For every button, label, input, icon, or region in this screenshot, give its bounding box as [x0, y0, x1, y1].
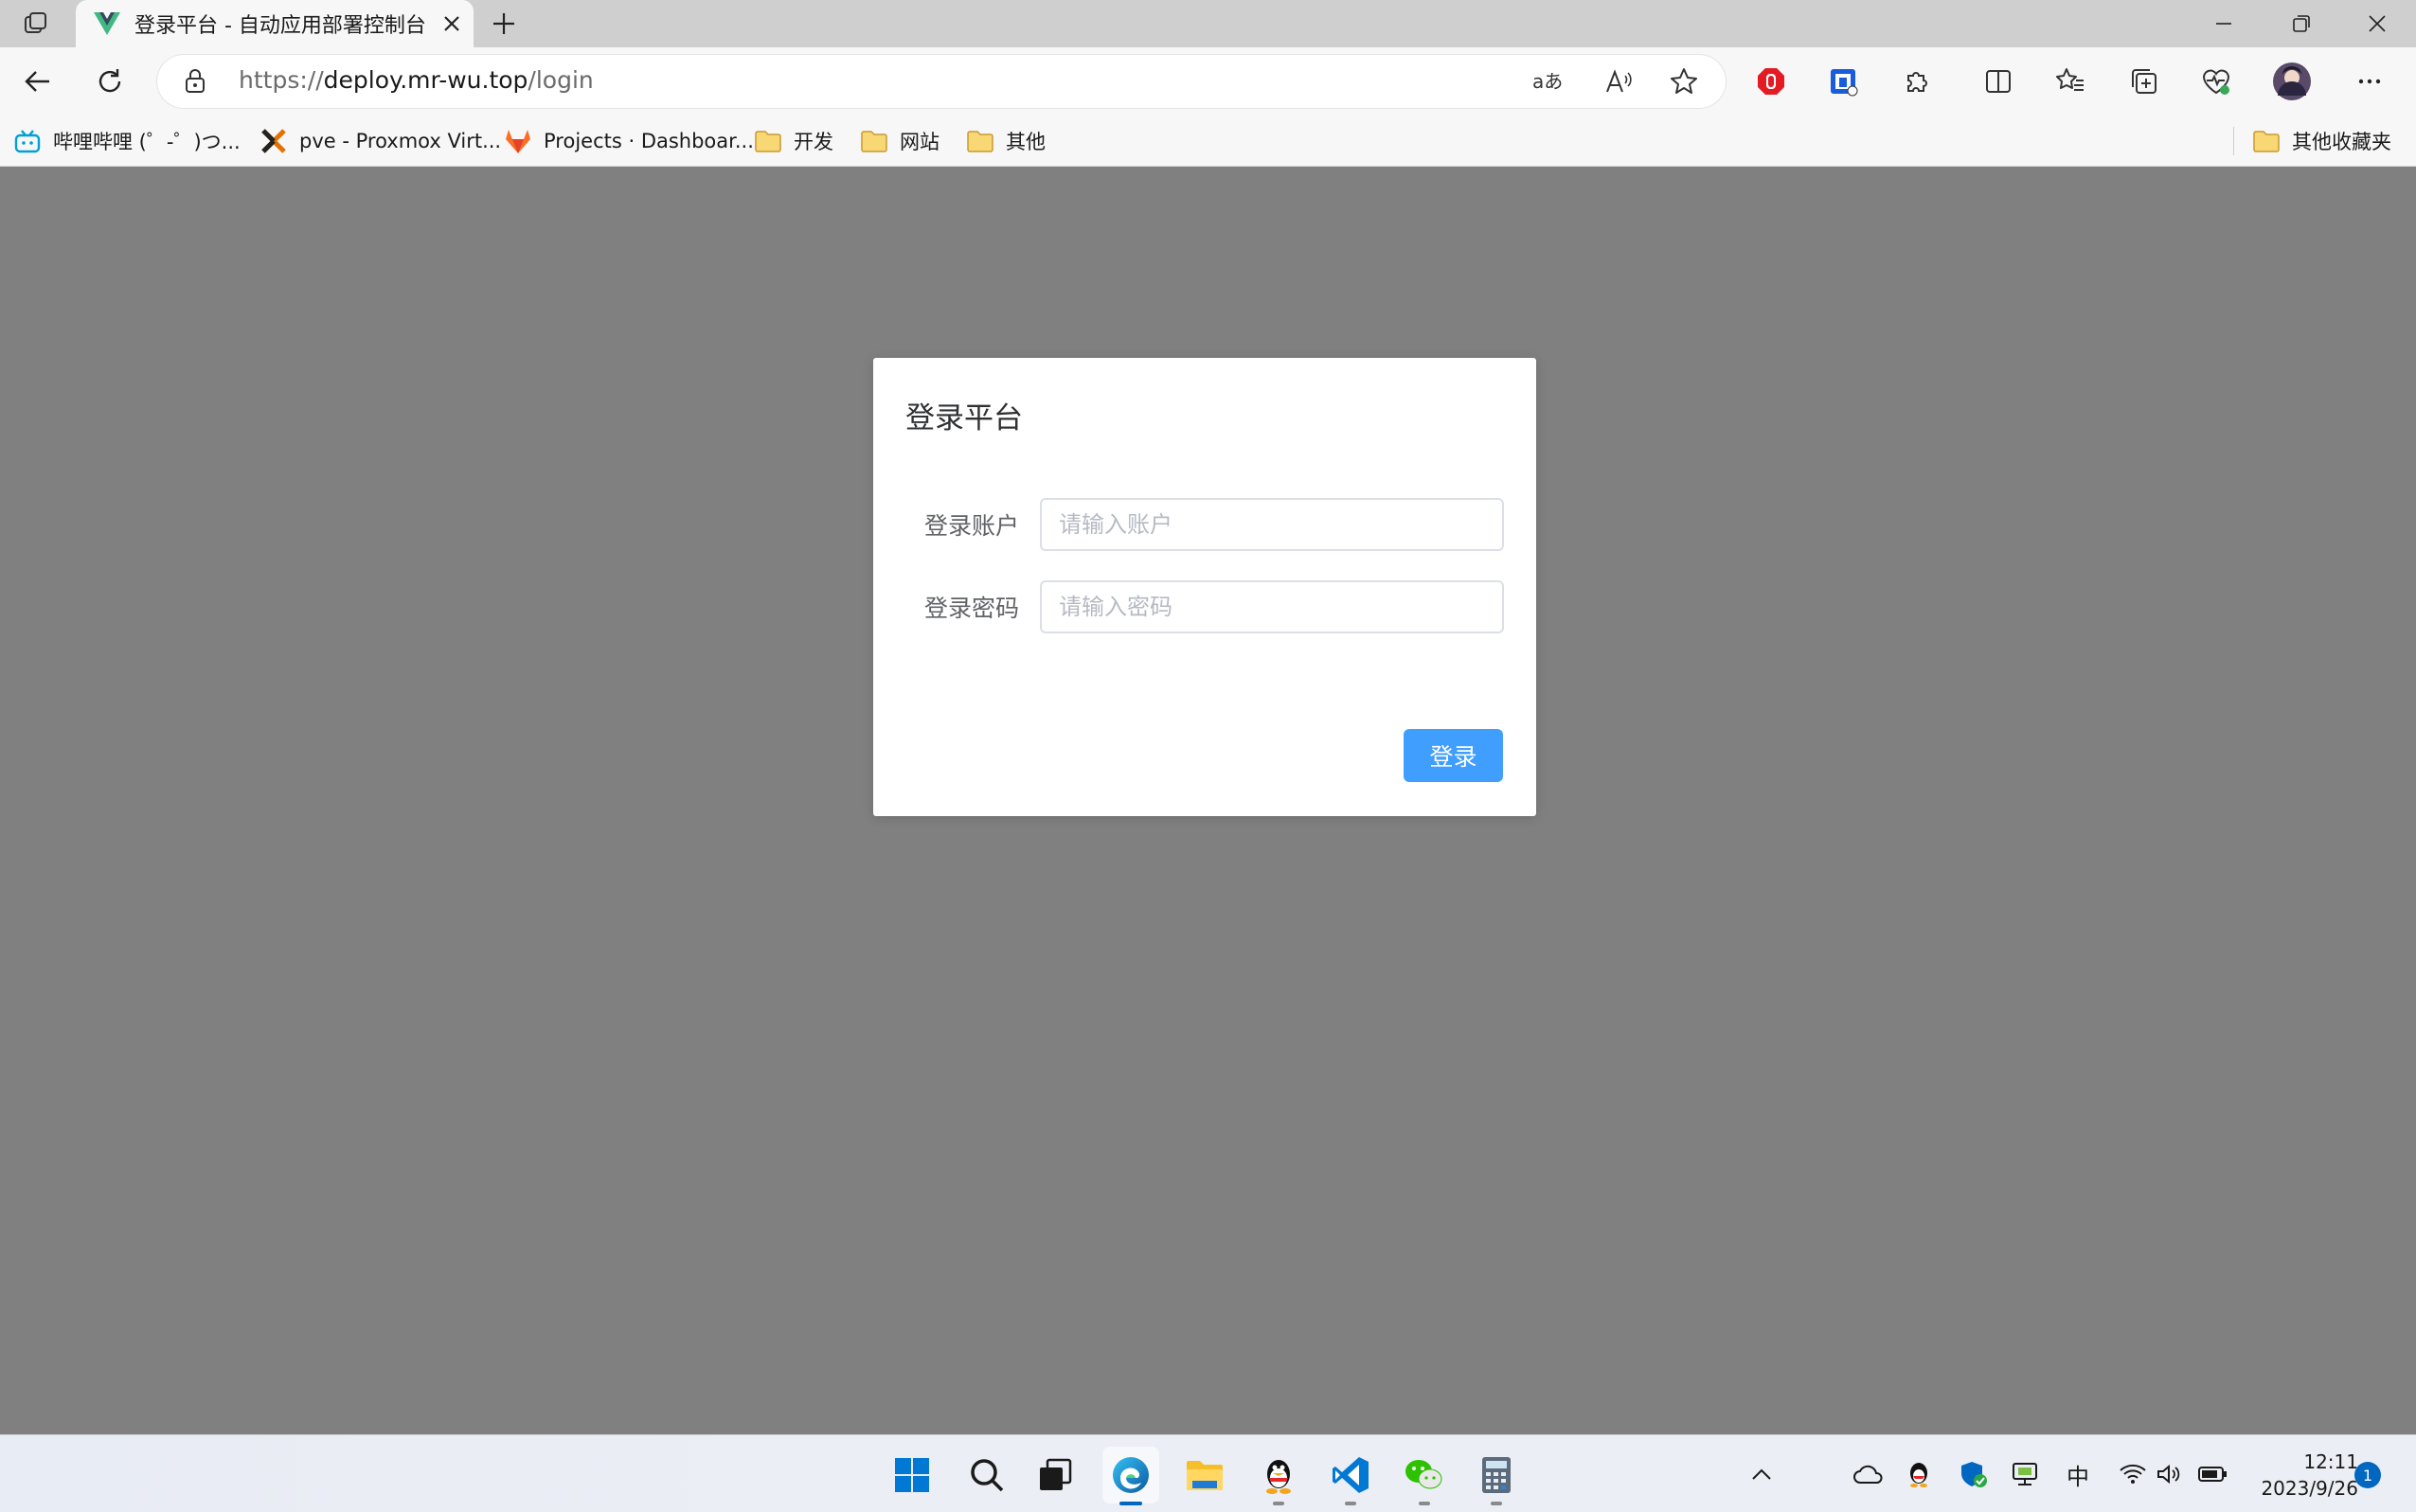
- running-indicator: [1419, 1502, 1430, 1505]
- password-label: 登录密码: [924, 595, 1020, 622]
- task-view-icon[interactable]: [1027, 1447, 1083, 1503]
- back-icon[interactable]: [11, 55, 64, 108]
- network-drive-icon[interactable]: [2006, 1454, 2044, 1494]
- translate-icon[interactable]: aあ: [1530, 64, 1565, 98]
- qq-tray-icon[interactable]: [1900, 1454, 1938, 1494]
- clock-time: 12:11: [2303, 1450, 2358, 1473]
- running-indicator: [1491, 1502, 1502, 1505]
- folder-icon: [2252, 127, 2281, 155]
- close-tab-icon[interactable]: [436, 8, 468, 40]
- favorite-label: 网站: [900, 131, 940, 153]
- password-input[interactable]: [1040, 580, 1504, 633]
- clock-date: 2023/9/26: [2261, 1477, 2358, 1500]
- proxmox-icon: [259, 127, 288, 155]
- account-label: 登录账户: [924, 512, 1020, 540]
- gitlab-icon: [504, 127, 532, 155]
- workspaces-icon[interactable]: [6, 4, 66, 44]
- volume-icon[interactable]: [2150, 1454, 2188, 1494]
- vscode-icon[interactable]: [1322, 1447, 1379, 1505]
- ime-indicator[interactable]: 中: [2059, 1454, 2097, 1494]
- modal-overlay: 登录平台 登录账户 登录密码 登录: [0, 167, 2416, 1434]
- favorite-folder-other[interactable]: 其他: [966, 123, 1046, 159]
- tab-strip: 登录平台 - 自动应用部署控制台: [0, 0, 2416, 47]
- folder-icon: [966, 127, 994, 155]
- profile-avatar[interactable]: [2265, 55, 2318, 108]
- favorite-star-icon[interactable]: [1667, 64, 1701, 98]
- favorite-label: Projects · Dashboar...: [544, 130, 754, 152]
- start-icon[interactable]: [884, 1447, 940, 1503]
- favorite-label: 其他: [1006, 131, 1046, 153]
- url-path: /login: [528, 66, 594, 94]
- browser-essentials-icon[interactable]: [2190, 55, 2243, 108]
- vue-icon: [93, 9, 121, 38]
- running-indicator: [1273, 1502, 1284, 1505]
- minimize-icon[interactable]: [2185, 0, 2263, 47]
- favorite-folder-dev[interactable]: 开发: [754, 123, 833, 159]
- chevron-up-icon[interactable]: [1743, 1454, 1781, 1494]
- url-scheme: https://: [239, 66, 324, 94]
- folder-icon: [754, 127, 782, 155]
- edge-taskbar-icon[interactable]: [1102, 1447, 1159, 1505]
- tab-active[interactable]: 登录平台 - 自动应用部署控制台: [76, 0, 474, 47]
- dialog-title: 登录平台: [905, 401, 1023, 436]
- favorites-list-icon[interactable]: [2044, 55, 2097, 108]
- new-tab-icon[interactable]: [474, 4, 534, 44]
- running-indicator: [1345, 1502, 1356, 1505]
- login-dialog: 登录平台 登录账户 登录密码 登录: [873, 358, 1536, 816]
- favorites-bar: 哔哩哔哩 (゜-゜)つ... pve - Proxmox Virt... Pro…: [0, 116, 2416, 167]
- other-favorites-label: 其他收藏夹: [2292, 131, 2391, 153]
- favorite-gitlab[interactable]: Projects · Dashboar...: [504, 123, 754, 159]
- address-bar[interactable]: https://deploy.mr-wu.top/login aあ: [157, 55, 1726, 108]
- browser-toolbar: https://deploy.mr-wu.top/login aあ: [0, 47, 2416, 116]
- split-screen-icon[interactable]: [1972, 55, 2025, 108]
- restore-icon[interactable]: [2263, 0, 2340, 47]
- url-text[interactable]: https://deploy.mr-wu.top/login: [239, 66, 594, 94]
- lock-icon[interactable]: [184, 68, 206, 95]
- divider: [2233, 127, 2234, 155]
- search-icon[interactable]: [958, 1447, 1015, 1503]
- collections-icon[interactable]: [2118, 55, 2171, 108]
- folder-icon: [860, 127, 888, 155]
- url-host: deploy.mr-wu.top: [323, 66, 528, 94]
- more-options-icon[interactable]: [2343, 55, 2396, 108]
- bilibili-icon: [13, 127, 42, 155]
- account-input[interactable]: [1040, 498, 1504, 551]
- system-clock[interactable]: 12:11 2023/9/26: [2245, 1449, 2358, 1502]
- onedrive-icon[interactable]: [1849, 1454, 1887, 1494]
- calculator-icon[interactable]: [1468, 1447, 1525, 1505]
- favorite-bilibili[interactable]: 哔哩哔哩 (゜-゜)つ...: [13, 123, 241, 159]
- qq-icon[interactable]: [1250, 1447, 1307, 1505]
- battery-icon[interactable]: [2193, 1454, 2231, 1494]
- tab-title: 登录平台 - 自动应用部署控制台: [134, 14, 426, 38]
- bitwarden-extension-icon[interactable]: [1816, 55, 1870, 108]
- file-explorer-icon[interactable]: [1176, 1447, 1233, 1503]
- notification-badge[interactable]: 1: [2354, 1462, 2381, 1488]
- refresh-icon[interactable]: [83, 55, 136, 108]
- favorite-label: 开发: [794, 131, 833, 153]
- favorite-folder-sites[interactable]: 网站: [860, 123, 940, 159]
- close-window-icon[interactable]: [2338, 0, 2416, 47]
- favorite-label: 哔哩哔哩 (゜-゜)つ...: [53, 131, 241, 153]
- favorite-proxmox[interactable]: pve - Proxmox Virt...: [259, 123, 501, 159]
- other-favorites[interactable]: 其他收藏夹: [2252, 123, 2391, 159]
- wifi-icon[interactable]: [2114, 1454, 2152, 1494]
- read-aloud-icon[interactable]: [1602, 64, 1637, 98]
- adblock-extension-icon[interactable]: [1745, 55, 1798, 108]
- active-indicator: [1119, 1502, 1142, 1505]
- favorite-label: pve - Proxmox Virt...: [299, 130, 502, 152]
- extensions-icon[interactable]: [1890, 55, 1943, 108]
- login-button[interactable]: 登录: [1404, 729, 1503, 782]
- taskbar: 中 12:11 2023/9/26 1: [0, 1434, 2416, 1512]
- svg-text:aあ: aあ: [1532, 70, 1563, 93]
- wechat-icon[interactable]: [1396, 1447, 1453, 1505]
- security-shield-icon[interactable]: [1955, 1454, 1993, 1494]
